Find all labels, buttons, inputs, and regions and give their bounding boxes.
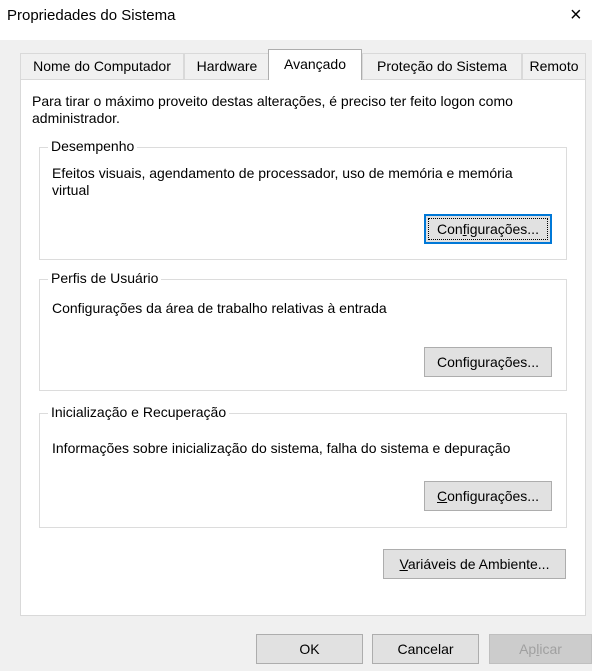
performance-settings-button[interactable]: Configurações... [424, 214, 552, 244]
user-profiles-description: Configurações da área de trabalho relati… [52, 300, 387, 316]
cancel-button[interactable]: Cancelar [372, 634, 479, 664]
ok-button[interactable]: OK [256, 634, 363, 664]
focus-ring [428, 218, 548, 240]
environment-variables-button[interactable]: Variáveis de Ambiente... [383, 549, 566, 579]
user-profiles-group-title: Perfis de Usuário [48, 270, 162, 286]
tab-protecao-do-sistema[interactable]: Proteção do Sistema [362, 53, 522, 79]
startup-recovery-settings-button[interactable]: Configurações... [424, 481, 552, 511]
tab-hardware[interactable]: Hardware [184, 53, 270, 79]
apply-button[interactable]: Aplicar [489, 634, 592, 664]
admin-notice: Para tirar o máximo proveito destas alte… [32, 93, 513, 126]
startup-recovery-description: Informações sobre inicialização do siste… [52, 440, 511, 456]
user-profiles-settings-button[interactable]: Configurações... [424, 347, 552, 377]
tab-remoto[interactable]: Remoto [522, 53, 586, 79]
close-icon[interactable]: × [570, 4, 582, 27]
startup-recovery-group-title: Inicialização e Recuperação [48, 404, 230, 420]
window-title: Propriedades do Sistema [7, 7, 176, 24]
performance-group-title: Desempenho [48, 138, 138, 154]
title-bar: Propriedades do Sistema × [0, 0, 592, 40]
tab-avancado[interactable]: Avançado [268, 49, 362, 80]
tab-nome-do-computador[interactable]: Nome do Computador [20, 53, 184, 79]
performance-description: Efeitos visuais, agendamento de processa… [52, 165, 513, 198]
